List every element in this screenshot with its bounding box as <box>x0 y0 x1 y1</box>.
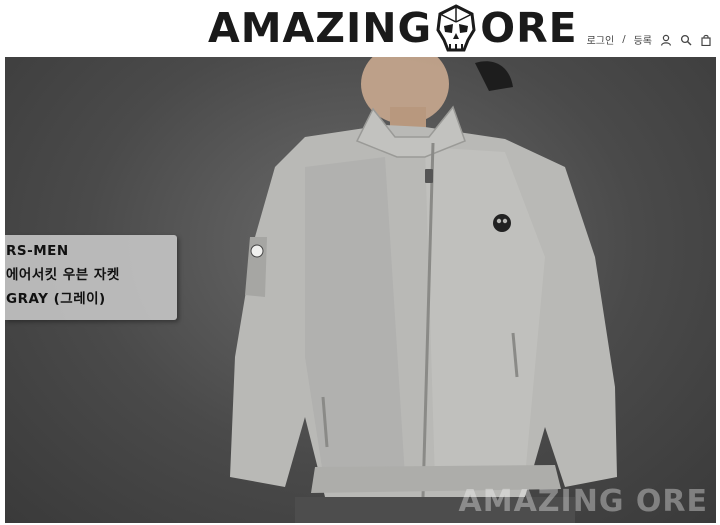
user-icon[interactable] <box>660 34 672 46</box>
header-nav: 로그인 / 등록 <box>587 32 712 47</box>
caption-line-color: GRAY (그레이) <box>6 291 106 307</box>
logo-text-right: ORE <box>480 4 578 52</box>
nav-separator: / <box>622 34 626 45</box>
product-caption-box: RS-MEN 에어서킷 우븐 자켓 GRAY (그레이) <box>5 235 177 320</box>
cart-bag-icon[interactable] <box>700 34 712 46</box>
skull-logo-icon <box>436 4 476 52</box>
product-hero-image: RS-MEN 에어서킷 우븐 자켓 GRAY (그레이) AMAZING ORE <box>5 57 716 523</box>
caption-line-collection: RS-MEN <box>6 243 69 259</box>
register-link[interactable]: 등록 <box>634 32 652 47</box>
logo-text-left: AMAZING <box>208 4 433 52</box>
search-icon[interactable] <box>680 34 692 46</box>
login-link[interactable]: 로그인 <box>587 32 615 47</box>
caption-line-product-name: 에어서킷 우븐 자켓 <box>6 267 120 283</box>
site-header: AMAZING ORE 로그인 / 등록 <box>0 0 720 56</box>
brand-logo[interactable]: AMAZING ORE <box>208 2 578 54</box>
brand-watermark: AMAZING ORE <box>458 484 708 519</box>
